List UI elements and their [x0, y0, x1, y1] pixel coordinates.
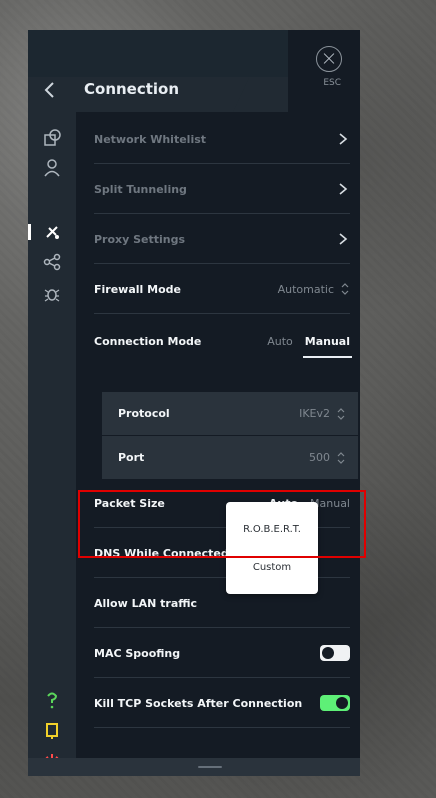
- mac-spoofing-toggle[interactable]: [320, 645, 350, 661]
- mac-spoofing-label: MAC Spoofing: [94, 646, 181, 660]
- row-kill-tcp[interactable]: Kill TCP Sockets After Connection: [94, 678, 350, 728]
- chevron-right-icon: [339, 233, 348, 245]
- settings-content: Network Whitelist Split Tunneling Proxy …: [76, 112, 360, 758]
- protocol-row[interactable]: Protocol IKEv2: [102, 392, 358, 435]
- close-button[interactable]: [316, 46, 342, 72]
- connection-mode-toggle: Auto Manual: [267, 335, 353, 358]
- connection-icon: [46, 226, 59, 239]
- sidebar-item-help[interactable]: [42, 690, 62, 710]
- firewall-mode-label: Firewall Mode: [94, 282, 181, 296]
- port-value: 500: [309, 451, 330, 464]
- sidebar: [28, 112, 76, 771]
- toggle-knob: [322, 647, 334, 659]
- selection-highlight: [78, 490, 366, 558]
- updown-icon: [341, 283, 349, 295]
- allow-lan-label: Allow LAN traffic: [94, 596, 198, 610]
- connection-mode-auto[interactable]: Auto: [267, 335, 293, 348]
- sidebar-item-feedback[interactable]: [42, 720, 62, 740]
- header: Connection ESC: [28, 30, 360, 112]
- port-label: Port: [118, 451, 145, 464]
- row-firewall-mode[interactable]: Firewall Mode Automatic: [94, 264, 350, 314]
- firewall-mode-select[interactable]: Automatic: [278, 283, 350, 296]
- row-network-whitelist[interactable]: Network Whitelist: [94, 114, 350, 164]
- sidebar-item-share[interactable]: [42, 252, 62, 272]
- network-whitelist-label: Network Whitelist: [94, 132, 207, 146]
- row-split-tunneling[interactable]: Split Tunneling: [94, 164, 350, 214]
- share-icon: [43, 253, 61, 271]
- header-topbar: [28, 30, 288, 77]
- kill-tcp-label: Kill TCP Sockets After Connection: [94, 696, 303, 710]
- sidebar-item-connections[interactable]: [42, 128, 62, 148]
- settings-window: Connection ESC Network Whitelist Split T…: [28, 30, 360, 776]
- protocol-value: IKEv2: [299, 407, 330, 420]
- sidebar-item-account[interactable]: [42, 158, 62, 178]
- protocol-select[interactable]: IKEv2: [299, 407, 346, 420]
- updown-icon: [337, 407, 345, 420]
- feedback-icon: [46, 723, 58, 739]
- split-tunneling-label: Split Tunneling: [94, 182, 187, 196]
- back-button[interactable]: [38, 78, 62, 102]
- toggle-knob: [336, 697, 348, 709]
- firewall-mode-value: Automatic: [277, 282, 334, 296]
- updown-icon: [337, 451, 345, 464]
- sidebar-item-debug[interactable]: [42, 284, 62, 304]
- row-mac-spoofing[interactable]: MAC Spoofing: [94, 628, 350, 678]
- connections-icon: [44, 129, 61, 146]
- connection-mode-label: Connection Mode: [94, 334, 202, 348]
- connection-mode-manual[interactable]: Manual: [302, 335, 353, 358]
- port-row[interactable]: Port 500: [102, 436, 358, 479]
- resize-grip[interactable]: [198, 766, 222, 768]
- sidebar-item-connection[interactable]: [42, 222, 62, 242]
- proxy-settings-label: Proxy Settings: [94, 232, 186, 246]
- debug-icon: [44, 289, 60, 302]
- dns-option-custom[interactable]: Custom: [226, 562, 318, 573]
- chevron-left-icon: [44, 82, 54, 98]
- account-icon: [44, 159, 60, 177]
- sidebar-active-bar: [28, 224, 31, 240]
- kill-tcp-toggle[interactable]: [320, 695, 350, 711]
- row-proxy-settings[interactable]: Proxy Settings: [94, 214, 350, 264]
- chevron-right-icon: [339, 183, 348, 195]
- help-icon: [47, 692, 58, 709]
- page-title: Connection: [84, 80, 180, 98]
- esc-label: ESC: [323, 78, 341, 88]
- bottom-bar: [28, 758, 360, 776]
- port-select[interactable]: 500: [309, 451, 346, 464]
- protocol-label: Protocol: [118, 407, 170, 420]
- chevron-right-icon: [339, 133, 348, 145]
- row-connection-mode: Connection Mode Auto Manual: [94, 316, 353, 366]
